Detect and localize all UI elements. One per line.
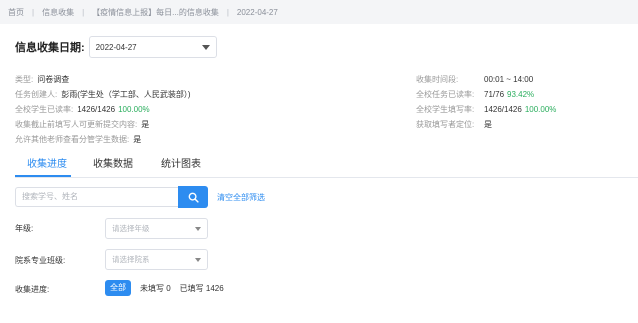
breadcrumb-info-collection[interactable]: 信息收集 <box>42 7 74 18</box>
progress-option-unfilled[interactable]: 未填写 0 <box>140 283 171 294</box>
info-value: 彭雨(学生处（学工部、人民武装部）) <box>61 90 191 99</box>
info-row-task-read-rate: 全校任务已读率: 71/76 93.42% <box>416 87 556 102</box>
chevron-down-icon <box>195 257 201 262</box>
breadcrumb-separator: | <box>32 7 35 17</box>
info-value: 1426/1426 <box>77 105 116 114</box>
tab-active-indicator <box>15 175 71 177</box>
breadcrumb-separator: | <box>82 7 85 17</box>
info-value: 是 <box>484 120 492 129</box>
progress-label: 收集进度: <box>15 285 50 294</box>
task-info-right: 收集时间段: 00:01 ~ 14:00 全校任务已读率: 71/76 93.4… <box>416 72 556 132</box>
tab-statistics-charts[interactable]: 统计图表 <box>161 158 201 178</box>
info-row-type: 类型: 问卷调查 <box>15 72 191 87</box>
info-row-location: 获取填写者定位: 是 <box>416 117 556 132</box>
breadcrumb-home[interactable]: 首页 <box>8 7 24 18</box>
info-value: 是 <box>141 120 150 129</box>
info-key: 全校学生填写率: <box>416 105 475 114</box>
info-row-student-read-rate: 全校学生已读率: 1426/1426 100.00% <box>15 102 191 117</box>
date-label: 信息收集日期: <box>15 42 85 54</box>
info-value: 1426/1426 <box>484 105 522 114</box>
search-button[interactable] <box>178 186 208 208</box>
grade-label: 年级: <box>15 224 34 233</box>
department-select[interactable]: 请选择院系 <box>105 249 208 270</box>
date-row: 信息收集日期: 2022-04-27 <box>15 36 217 58</box>
grade-select[interactable]: 请选择年级 <box>105 218 208 239</box>
breadcrumb-date: 2022-04-27 <box>236 7 278 17</box>
date-select[interactable]: 2022-04-27 <box>88 36 217 58</box>
progress-option-filled[interactable]: 已填写 1426 <box>180 283 224 294</box>
date-select-value: 2022-04-27 <box>95 42 137 52</box>
info-row-teacher-view: 允许其他老师查看分管学生数据: 是 <box>15 132 191 147</box>
breadcrumb-separator: | <box>226 7 229 17</box>
progress-options: 全部 未填写 0 已填写 1426 <box>105 280 224 296</box>
clear-filters-link[interactable]: 清空全部筛选 <box>217 192 265 203</box>
info-key: 收集截止前填写人可更新提交内容: <box>15 120 138 129</box>
info-key: 全校任务已读率: <box>416 90 475 99</box>
info-value: 问卷调查 <box>37 75 70 84</box>
info-key: 全校学生已读率: <box>15 105 74 114</box>
grade-select-placeholder: 请选择年级 <box>112 224 150 233</box>
breadcrumb-task[interactable]: 【疫情信息上报】每日...的信息收集 <box>92 7 219 18</box>
info-percent: 100.00% <box>118 105 150 114</box>
chevron-down-icon <box>195 226 201 231</box>
info-row-time-range: 收集时间段: 00:01 ~ 14:00 <box>416 72 556 87</box>
info-value: 是 <box>133 135 142 144</box>
department-select-placeholder: 请选择院系 <box>112 255 150 264</box>
tab-bar: 收集进度 收集数据 统计图表 <box>15 158 638 178</box>
info-row-update-allowed: 收集截止前填写人可更新提交内容: 是 <box>15 117 191 132</box>
info-value: 00:01 ~ 14:00 <box>484 75 534 84</box>
progress-option-all[interactable]: 全部 <box>105 280 131 296</box>
info-value: 71/76 <box>484 90 505 99</box>
info-row-student-fill-rate: 全校学生填写率: 1426/1426 100.00% <box>416 102 556 117</box>
info-key: 收集时间段: <box>416 75 459 84</box>
info-key: 任务创建人: <box>15 90 58 99</box>
info-key: 允许其他老师查看分管学生数据: <box>15 135 130 144</box>
info-percent: 100.00% <box>524 105 557 114</box>
search-input[interactable]: 搜索学号、姓名 <box>15 187 179 207</box>
info-key: 类型: <box>15 75 34 84</box>
breadcrumb: 首页 | 信息收集 | 【疫情信息上报】每日...的信息收集 | 2022-04… <box>0 0 638 24</box>
department-label: 院系专业班级: <box>15 256 66 265</box>
tab-collection-data[interactable]: 收集数据 <box>93 158 133 178</box>
info-percent: 93.42% <box>507 90 535 99</box>
task-info-left: 类型: 问卷调查 任务创建人: 彭雨(学生处（学工部、人民武装部）) 全校学生已… <box>15 72 191 147</box>
info-key: 获取填写者定位: <box>416 120 475 129</box>
info-row-creator: 任务创建人: 彭雨(学生处（学工部、人民武装部）) <box>15 87 191 102</box>
chevron-down-icon <box>201 44 210 50</box>
search-icon <box>188 192 199 203</box>
